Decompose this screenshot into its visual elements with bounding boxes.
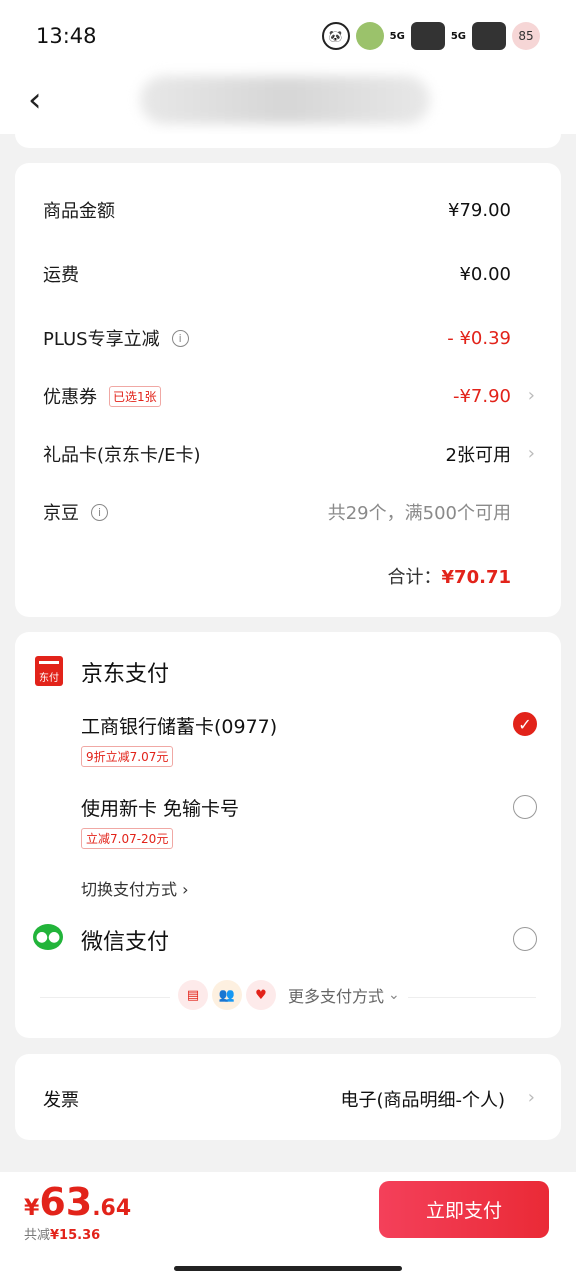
- battery-icon: 85: [512, 22, 540, 50]
- jd-pay-title: 京东支付: [81, 662, 170, 687]
- jd-pay-logo-icon: 东付: [35, 656, 63, 686]
- more-pay-methods-button[interactable]: ▤ 👥 ♥ 更多支付方式 ⌄: [170, 980, 408, 1010]
- panda-app-icon: 🐼: [321, 22, 350, 50]
- jd-beans-row: 京豆 i 共29个，满500个可用: [43, 499, 511, 525]
- signal-label-2: 5G: [450, 30, 466, 42]
- new-card-radio[interactable]: [513, 795, 537, 819]
- coupon-selected-badge: 已选1张: [109, 385, 161, 407]
- jd-beans-value: 共29个，满500个可用: [327, 503, 511, 524]
- plus-discount-row: PLUS专享立减 i - ¥0.39: [43, 325, 511, 351]
- card-pay-icon: ▤: [178, 980, 208, 1010]
- pay-now-button[interactable]: 立即支付: [379, 1181, 549, 1238]
- price-currency: ¥: [24, 1196, 40, 1221]
- switch-pay-label: 切换支付方式: [81, 880, 178, 899]
- new-card-promo-badge: 立减7.07-20元: [81, 828, 174, 849]
- giftcard-row[interactable]: 礼品卡(京东卡/E卡) 2张可用: [43, 441, 511, 467]
- price-decimal: .64: [92, 1196, 132, 1221]
- info-icon[interactable]: i: [91, 503, 108, 521]
- invoice-card[interactable]: 发票 电子(商品明细-个人) ›: [15, 1054, 561, 1140]
- price-integer: 63: [39, 1180, 93, 1224]
- order-amounts-card: 商品金额 ¥79.00 运费 ¥0.00 PLUS专享立减 i - ¥0.39 …: [15, 163, 561, 617]
- status-bar: 13:48 🐼 5G 5G 85: [0, 0, 576, 74]
- coupon-row[interactable]: 优惠券 已选1张 -¥7.90: [43, 383, 511, 409]
- nav-title-blurred: [140, 76, 430, 124]
- status-time: 13:48: [36, 24, 97, 48]
- address-card-bottom: [15, 134, 561, 148]
- shipping-row: 运费 ¥0.00: [43, 261, 511, 287]
- wechat-pay-option[interactable]: 微信支付: [81, 924, 169, 956]
- signal-icon-1: [410, 22, 445, 50]
- chevron-right-icon: ›: [182, 880, 189, 899]
- total-row: 合计：¥70.71: [388, 563, 511, 589]
- coupon-label: 优惠券: [43, 387, 97, 408]
- invoice-value: 电子(商品明细-个人): [340, 1090, 505, 1111]
- total-label: 合计：: [387, 567, 442, 588]
- checkout-bar: ¥63.64 共减¥15.36 立即支付: [0, 1172, 576, 1280]
- leaf-app-icon: [355, 22, 384, 50]
- signal-label-1: 5G: [389, 30, 405, 42]
- total-saving: 共减¥15.36: [24, 1224, 100, 1243]
- coupon-chevron-icon[interactable]: ›: [528, 385, 535, 406]
- plus-discount-label-wrap: PLUS专享立减 i: [43, 325, 189, 351]
- goods-amount-label: 商品金额: [43, 201, 115, 222]
- goods-amount-value: ¥79.00: [448, 199, 511, 221]
- more-pay-label: 更多支付方式: [288, 987, 385, 1006]
- jd-beans-label: 京豆: [43, 503, 79, 524]
- plus-discount-value: - ¥0.39: [447, 327, 511, 349]
- bank-card-option[interactable]: 工商银行储蓄卡(0977): [81, 712, 277, 739]
- coupon-value: -¥7.90: [452, 385, 511, 407]
- wechat-pay-icon: ●●: [33, 924, 63, 950]
- friends-pay-icon: 👥: [212, 980, 242, 1010]
- bank-card-promo-badge: 9折立减7.07元: [81, 746, 174, 767]
- saving-label: 共减: [24, 1228, 51, 1243]
- nav-bar: ‹: [0, 74, 576, 134]
- chevron-down-icon: ⌄: [388, 987, 400, 1003]
- goods-amount-row: 商品金额 ¥79.00: [43, 197, 511, 223]
- switch-pay-method-link[interactable]: 切换支付方式 ›: [81, 876, 189, 900]
- payment-methods-card: 东付 京东支付 工商银行储蓄卡(0977) 9折立减7.07元 ✓ 使用新卡 免…: [15, 632, 561, 1038]
- heart-pay-icon: ♥: [246, 980, 276, 1010]
- invoice-label: 发票: [43, 1090, 79, 1111]
- info-icon[interactable]: i: [171, 329, 189, 347]
- jd-beans-label-wrap: 京豆 i: [43, 499, 108, 525]
- home-indicator[interactable]: [174, 1266, 402, 1271]
- invoice-chevron-icon[interactable]: ›: [528, 1087, 535, 1108]
- giftcard-chevron-icon[interactable]: ›: [528, 443, 535, 464]
- giftcard-value: 2张可用: [445, 445, 511, 466]
- shipping-label: 运费: [43, 265, 79, 286]
- back-chevron-icon[interactable]: ‹: [28, 80, 42, 120]
- shipping-value: ¥0.00: [459, 263, 511, 285]
- saving-value: ¥15.36: [50, 1228, 101, 1243]
- final-price: ¥63.64: [24, 1180, 131, 1224]
- plus-discount-label: PLUS专享立减: [43, 329, 160, 350]
- status-icons: 🐼 5G 5G 85: [321, 22, 540, 50]
- coupon-label-wrap: 优惠券 已选1张: [43, 383, 161, 409]
- signal-icon-2: [472, 22, 506, 50]
- giftcard-label: 礼品卡(京东卡/E卡): [43, 445, 201, 466]
- new-card-option[interactable]: 使用新卡 免输卡号: [81, 794, 239, 821]
- total-value: ¥70.71: [441, 567, 511, 588]
- bank-card-radio[interactable]: ✓: [513, 712, 537, 736]
- wechat-pay-radio[interactable]: [513, 927, 537, 951]
